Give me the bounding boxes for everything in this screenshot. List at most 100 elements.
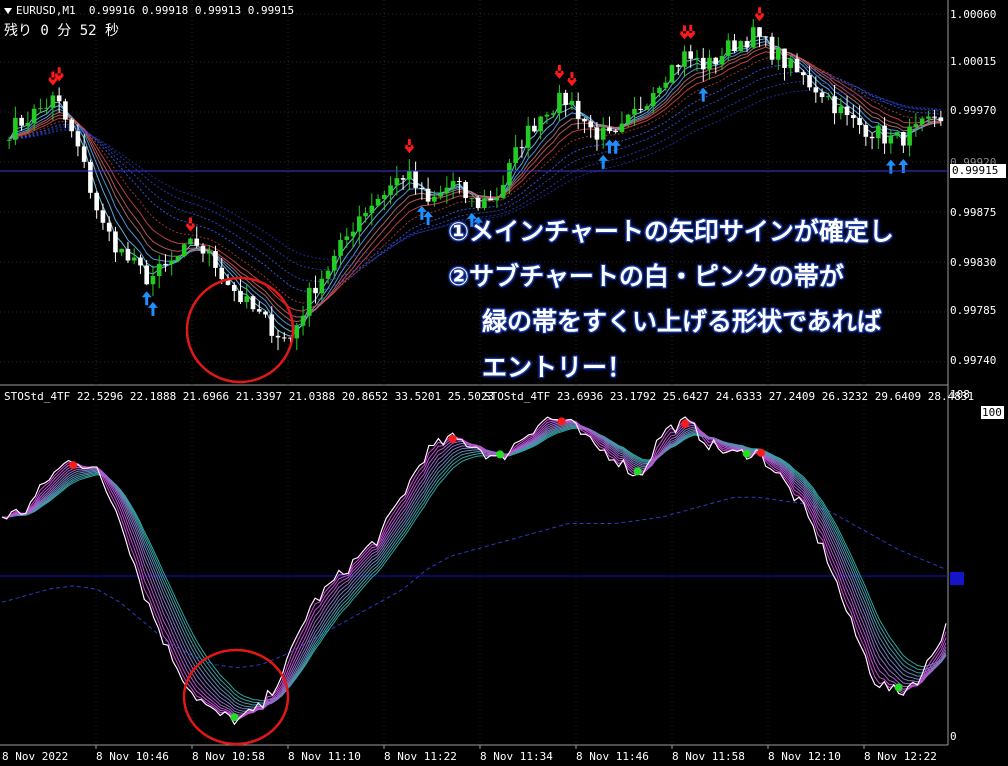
candle-body xyxy=(63,101,68,120)
sub-indicator-label-right: STOStd_4TF 23.6936 23.1792 25.6427 24.63… xyxy=(484,390,975,403)
candle-body xyxy=(350,231,356,237)
candle-body xyxy=(369,205,375,213)
candle-body xyxy=(669,65,675,83)
candle-body xyxy=(675,65,681,67)
buy-arrow-icon xyxy=(885,159,896,174)
candle-body xyxy=(719,56,725,65)
time-tick: 8 Nov 11:34 xyxy=(480,750,553,763)
sub-indicator-label-left: STOStd_4TF 22.5296 22.1888 21.6966 21.33… xyxy=(4,390,495,403)
candle-body xyxy=(525,125,531,148)
red-dot-icon xyxy=(69,461,78,470)
candle-body xyxy=(725,40,731,57)
time-tick: 8 Nov 11:58 xyxy=(672,750,745,763)
signal-dots-group xyxy=(69,417,903,722)
candle-body xyxy=(882,125,887,144)
candle-body xyxy=(44,107,49,109)
candle-body xyxy=(94,192,99,211)
candle-body xyxy=(819,92,825,97)
candle-body xyxy=(69,119,74,132)
buy-arrow-icon xyxy=(416,205,427,220)
candle-body xyxy=(319,278,325,294)
ohlc-values: 0.99916 0.99918 0.99913 0.99915 xyxy=(88,4,295,17)
candle-body xyxy=(382,194,387,199)
candle-body xyxy=(750,27,756,48)
price-tick: 0.99785 xyxy=(950,304,997,317)
candle-body xyxy=(169,260,175,265)
annotation-line-3: 緑の帯をすくい上げる形状であれば xyxy=(482,307,882,336)
red-dot-icon xyxy=(756,448,765,457)
time-tick: 8 Nov 12:22 xyxy=(864,750,937,763)
candle-body xyxy=(163,263,168,265)
slow-stochastic-line xyxy=(1,496,947,669)
candle-body xyxy=(557,92,562,114)
candle-body xyxy=(513,147,518,164)
candle-body xyxy=(300,315,306,326)
candle-body xyxy=(256,309,262,312)
candle-body xyxy=(106,222,112,232)
candle-body xyxy=(901,132,906,146)
dropdown-triangle-icon[interactable] xyxy=(4,8,12,14)
candle-body xyxy=(713,57,719,65)
candle-body xyxy=(200,245,206,254)
candle-body xyxy=(832,96,837,114)
candle-body xyxy=(13,117,18,140)
candle-body xyxy=(788,58,794,68)
candle-body xyxy=(607,127,612,132)
candle-body xyxy=(775,48,781,60)
oscillator-lines-group xyxy=(1,416,947,726)
candle-body xyxy=(125,248,131,261)
bar-timer: 残り 0 分 52 秒 xyxy=(4,23,120,39)
stochastic-band-line xyxy=(1,426,947,704)
candle-body xyxy=(688,51,694,59)
candle-body xyxy=(332,255,337,271)
candle-body xyxy=(338,239,343,256)
time-tick: 8 Nov 2022 xyxy=(2,750,69,763)
candle-body xyxy=(638,108,644,110)
time-tick: 8 Nov 11:10 xyxy=(288,750,361,763)
candle-body xyxy=(625,114,631,124)
candle-body xyxy=(876,125,881,139)
candle-body xyxy=(919,118,925,125)
candle-body xyxy=(851,115,856,119)
candle-body xyxy=(269,314,275,336)
sell-arrow-icon xyxy=(685,24,696,39)
candle-body xyxy=(181,244,187,257)
annotation-line-2: ②サブチャートの白・ピンクの帯が xyxy=(448,262,844,291)
candle-body xyxy=(432,196,437,202)
time-tick: 8 Nov 12:10 xyxy=(768,750,841,763)
candle-body xyxy=(388,185,393,195)
candle-body xyxy=(413,170,418,188)
candle-body xyxy=(926,116,931,119)
candle-body xyxy=(782,48,787,68)
time-tick: 8 Nov 11:22 xyxy=(384,750,457,763)
candle-body xyxy=(657,87,662,94)
osc-tick: 100 xyxy=(981,406,1004,419)
candle-body xyxy=(313,287,318,294)
candle-body xyxy=(100,210,106,223)
candle-body xyxy=(663,82,669,88)
candle-body xyxy=(794,58,800,73)
candle-body xyxy=(306,287,312,316)
candle-body xyxy=(594,127,600,140)
candle-body xyxy=(469,197,475,199)
buy-arrow-icon xyxy=(598,154,609,169)
candle-body xyxy=(582,118,587,122)
candle-body xyxy=(25,122,31,126)
candle-body xyxy=(700,57,706,70)
green-dot-icon xyxy=(742,449,751,458)
candle-body xyxy=(238,290,243,303)
annotation-line-1: ①メインチャートの矢印サインが確定し xyxy=(448,217,894,246)
candle-body xyxy=(482,198,487,208)
candle-body xyxy=(913,124,919,127)
candle-body xyxy=(494,197,500,201)
stochastic-band-line xyxy=(1,425,947,706)
red-dot-icon xyxy=(448,434,457,443)
red-dot-icon xyxy=(557,417,566,426)
price-tick: 0.99970 xyxy=(950,104,997,117)
candle-body xyxy=(738,41,744,52)
candle-body xyxy=(613,131,618,133)
candle-body xyxy=(838,106,844,114)
candle-body xyxy=(538,116,543,132)
candle-body xyxy=(113,231,118,253)
candle-body xyxy=(544,114,550,117)
